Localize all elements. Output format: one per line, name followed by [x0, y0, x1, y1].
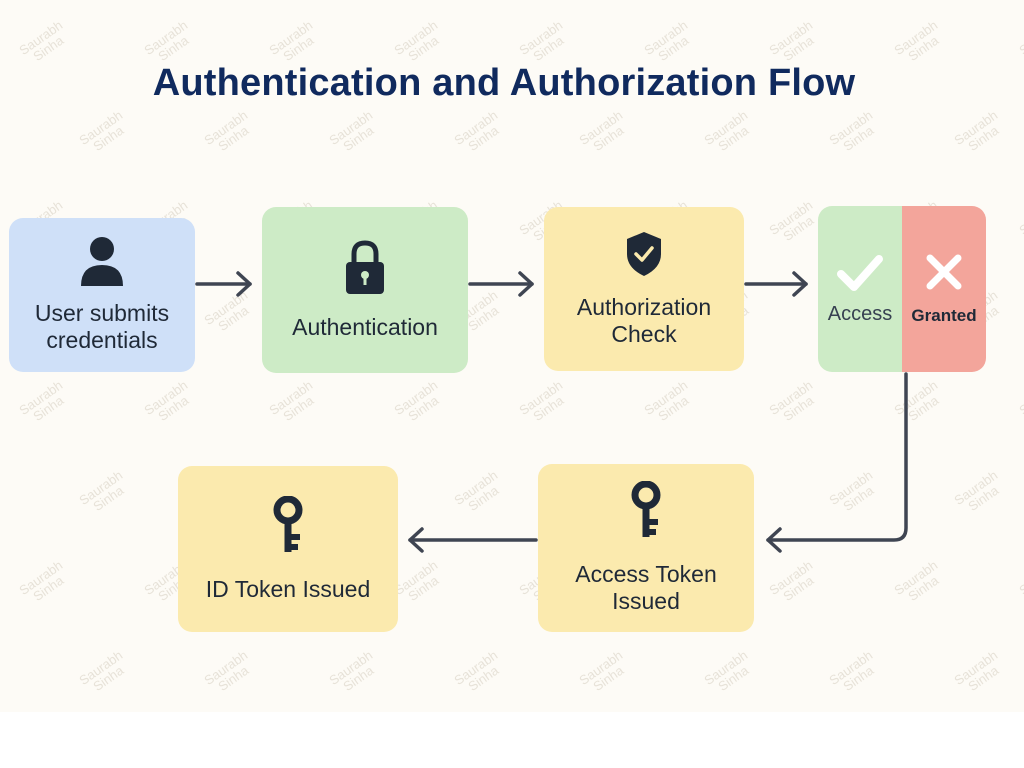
node-label: Authorization Check — [576, 294, 712, 347]
arrow-authorization-to-decision — [744, 271, 808, 297]
access-granted-half: Access — [818, 206, 902, 372]
node-label: ID Token Issued — [205, 575, 371, 602]
node-access-token-issued: Access Token Issued — [538, 464, 754, 632]
arrow-authentication-to-authorization — [468, 271, 534, 297]
user-icon — [81, 237, 123, 286]
diagram-canvas: Saurabh Sinha Saurabh Sinha Saurabh Sinha S… — [0, 0, 1024, 712]
key-icon — [273, 495, 303, 552]
arrow-access-token-to-id-token — [408, 527, 538, 553]
node-authorization-check: Authorization Check — [544, 207, 744, 371]
cross-icon — [926, 254, 962, 290]
arrow-user-to-authentication — [195, 271, 252, 297]
access-label: Access — [827, 302, 893, 325]
node-label: Access Token Issued — [575, 561, 717, 614]
access-denied-half: Granted — [902, 206, 986, 372]
node-access-decision: Access Granted — [818, 206, 986, 372]
key-icon — [631, 481, 661, 537]
node-user-submits-credentials: User submits credentials — [9, 218, 195, 372]
shield-check-icon — [627, 232, 661, 276]
node-label: User submits credentials — [34, 300, 170, 353]
lock-icon — [346, 239, 384, 294]
node-id-token-issued: ID Token Issued — [178, 466, 398, 632]
node-label: Authentication — [292, 313, 438, 340]
arrow-decision-to-access-token — [766, 372, 908, 553]
checkmark-icon — [837, 254, 883, 291]
granted-label: Granted — [911, 306, 977, 325]
node-authentication: Authentication — [262, 207, 468, 373]
